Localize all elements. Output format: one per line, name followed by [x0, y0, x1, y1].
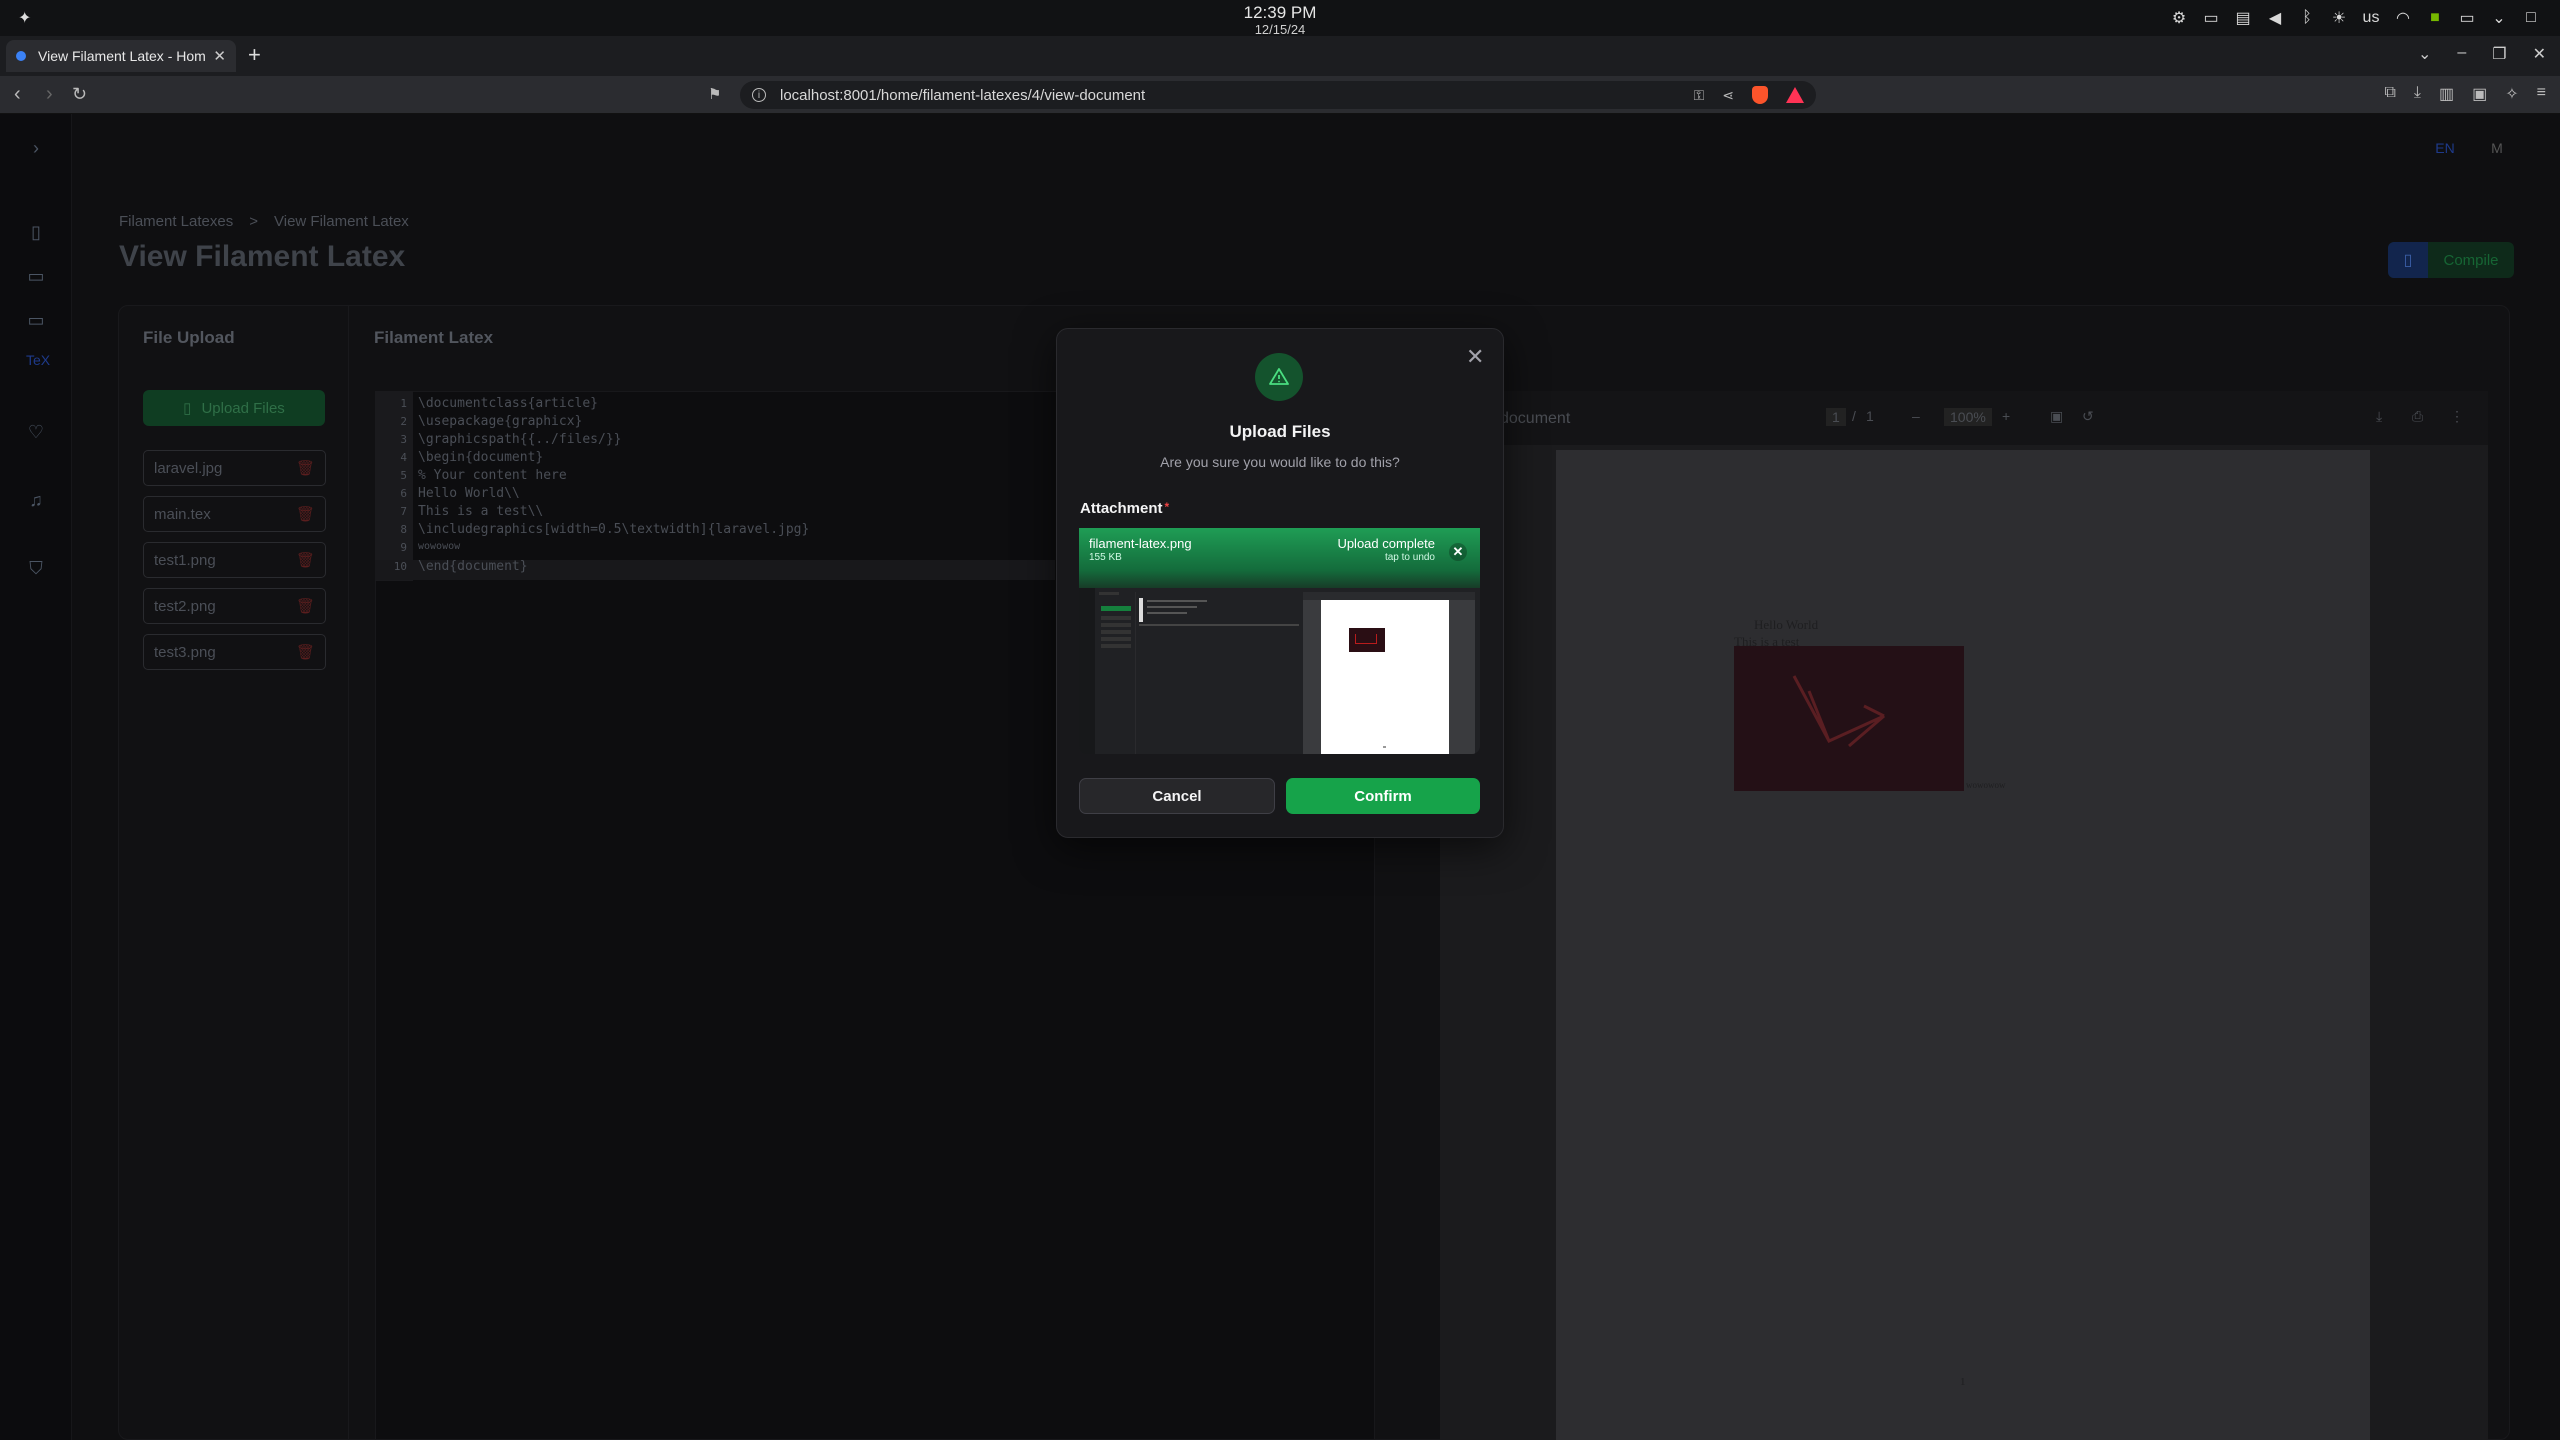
- undo-hint[interactable]: tap to undo: [1300, 552, 1435, 563]
- attachment-file-name: filament-latex.png: [1089, 536, 1192, 551]
- attachment-label: Attachment *: [1080, 500, 1169, 517]
- modal-title: Upload Files: [1229, 422, 1331, 441]
- required-mark: *: [1164, 500, 1170, 514]
- modal-description: Are you sure you would like to do this?: [1160, 454, 1400, 470]
- close-icon[interactable]: ✕: [1466, 344, 1484, 370]
- confirm-button[interactable]: Confirm: [1286, 778, 1480, 814]
- cancel-button[interactable]: Cancel: [1079, 778, 1275, 814]
- attachment-label-text: Attachment: [1080, 500, 1163, 517]
- upload-status: Upload complete: [1337, 536, 1435, 551]
- remove-attachment-icon[interactable]: ✕: [1449, 543, 1467, 561]
- attachment-file-size: 155 KB: [1089, 552, 1122, 563]
- warning-icon: [1255, 353, 1303, 401]
